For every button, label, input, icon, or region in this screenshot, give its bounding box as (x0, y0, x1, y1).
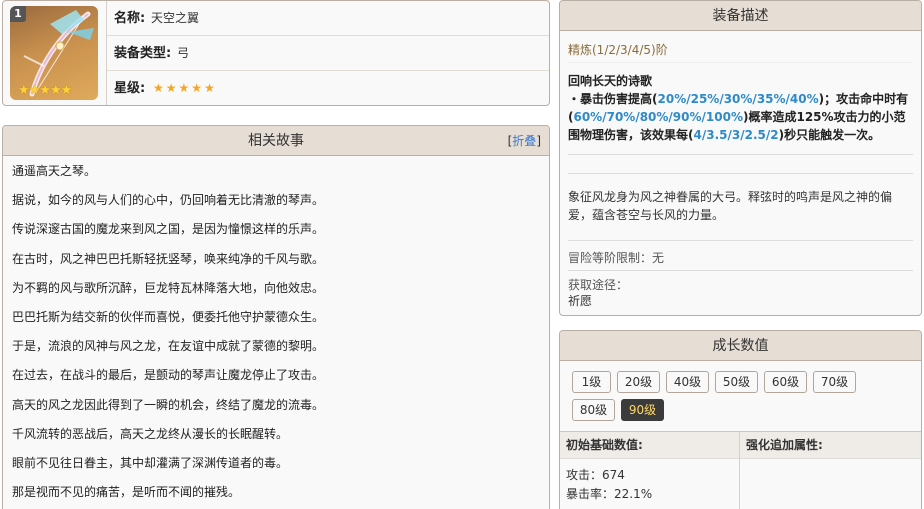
stat-crit-rate: 暴击率：22.1% (566, 487, 653, 501)
story-line: 巴巴托斯为结交新的伙伴而喜悦，便委托他守护蒙德众生。 (12, 309, 325, 324)
item-info-panel: 1 ★★★★★ 名称: 天空之翼 装备类型: 弓 星级: ★★★★★ (2, 0, 550, 106)
description-header: 装备描述 (560, 1, 921, 31)
story-line: 在古时，风之神巴巴托斯轻抚竖琴，唤来纯净的千风与歌。 (12, 251, 325, 266)
base-stats-header: 初始基础数值: (560, 432, 739, 459)
flavor-text: 象征风龙身为风之神眷属的大弓。释弦时的鸣声是风之神的偏爱，蕴含苍空与长风的力量。 (568, 173, 913, 240)
story-header: 相关故事 [折叠] (3, 126, 549, 156)
fold-link[interactable]: 折叠 (512, 134, 536, 148)
level-button-40[interactable]: 40级 (666, 371, 709, 393)
level-button-80[interactable]: 80级 (572, 399, 615, 421)
story-line: 据说，如今的风与人们的心中，仍回响着无比清澈的琴声。 (12, 193, 325, 208)
bonus-stats-header: 强化追加属性: (740, 432, 921, 459)
level-button-60[interactable]: 60级 (764, 371, 807, 393)
item-attributes: 名称: 天空之翼 装备类型: 弓 星级: ★★★★★ (106, 1, 549, 105)
rarity-stars: ★★★★★ (153, 81, 217, 95)
story-line: 千风流转的恶战后，高天之龙终从漫长的长眠醒转。 (12, 426, 289, 441)
story-title: 相关故事 (248, 133, 304, 149)
story-line: 于是，流浪的风神与风之龙，在友谊中成就了蒙德的黎明。 (12, 339, 325, 354)
story-line: 高天的风之龙因此得到了一瞬的机会，终结了魔龙的流毒。 (12, 397, 325, 412)
level-button-1[interactable]: 1级 (572, 371, 611, 393)
name-row: 名称: 天空之翼 (107, 1, 549, 36)
skill-value-cooldown: 4/3.5/3/2.5/2 (693, 128, 779, 142)
passive-skill: 回响长天的诗歌 ・暴击伤害提高(20%/25%/30%/35%/40%)；攻击命… (568, 63, 913, 155)
obtain-label: 获取途径： (568, 278, 629, 292)
level-selector: 1级 20级 40级 50级 60级 70级 80级 90级 (560, 361, 921, 433)
adventure-rank-limit: 冒险等阶限制：无 (568, 240, 913, 270)
skill-name: 回响长天的诗歌 (568, 74, 653, 88)
level-button-50[interactable]: 50级 (715, 371, 758, 393)
story-panel: 相关故事 [折叠] 通遥高天之琴。 据说，如今的风与人们的心中，仍回响着无比清澈… (2, 125, 550, 509)
type-row: 装备类型: 弓 (107, 36, 549, 71)
skill-text: ・暴击伤害提高(20%/25%/30%/35%/40%)；攻击命中时有(60%/… (568, 92, 909, 142)
weapon-image: 1 ★★★★★ (10, 6, 98, 100)
type-value: 弓 (177, 46, 190, 60)
rarity-badge: 1 (10, 6, 26, 22)
stars-row: 星级: ★★★★★ (107, 71, 549, 105)
type-label: 装备类型: (114, 46, 172, 61)
stat-atk: 攻击：674 (566, 468, 625, 482)
stats-table: 初始基础数值: 攻击：674 暴击率：22.1% 强化追加属性: (560, 431, 921, 509)
growth-stats-panel: 成长数值 1级 20级 40级 50级 60级 70级 80级 90级 初始基础数值: 攻击… (559, 330, 922, 509)
obtain-value: 祈愿 (568, 294, 593, 308)
fold-toggle: [折叠] (507, 134, 541, 148)
level-button-20[interactable]: 20级 (617, 371, 660, 393)
story-body: 通遥高天之琴。 据说，如今的风与人们的心中，仍回响着无比清澈的琴声。 传说深邃古… (3, 156, 549, 509)
equipment-description-panel: 装备描述 精炼(1/2/3/4/5)阶 回响长天的诗歌 ・暴击伤害提高(20%/… (559, 0, 922, 316)
growth-header: 成长数值 (560, 331, 921, 361)
story-line: 在过去，在战斗的最后，是颤动的琴声让魔龙停止了攻击。 (12, 368, 325, 383)
skill-value-chance: 60%/70%/80%/90%/100% (573, 110, 743, 124)
level-button-70[interactable]: 70级 (813, 371, 856, 393)
image-rarity-stars: ★★★★★ (18, 83, 72, 98)
refinement-levels: 精炼(1/2/3/4/5)阶 (568, 31, 913, 63)
stars-label: 星级: (114, 81, 146, 96)
bonus-stats-column: 强化追加属性: (740, 432, 921, 509)
story-line: 传说深邃古国的魔龙来到风之国，是因为憧憬这样的乐声。 (12, 222, 325, 237)
story-line: 为不羁的风与歌所沉醉，巨龙特瓦林降落大地，向他效忠。 (12, 280, 325, 295)
base-stats-column: 初始基础数值: 攻击：674 暴击率：22.1% (560, 432, 740, 509)
skill-value-crit-dmg: 20%/25%/30%/35%/40% (657, 92, 819, 106)
name-value: 天空之翼 (151, 11, 200, 25)
obtain-method: 获取途径： 祈愿 (568, 270, 913, 309)
name-label: 名称: (114, 11, 146, 26)
story-line: 通遥高天之琴。 (12, 164, 97, 178)
level-button-90[interactable]: 90级 (621, 399, 664, 421)
story-line: 那是视而不见的痛苦，是听而不闻的摧残。 (12, 485, 241, 500)
story-line: 眼前不见往日眷主，其中却灌满了深渊传道者的毒。 (12, 455, 289, 470)
